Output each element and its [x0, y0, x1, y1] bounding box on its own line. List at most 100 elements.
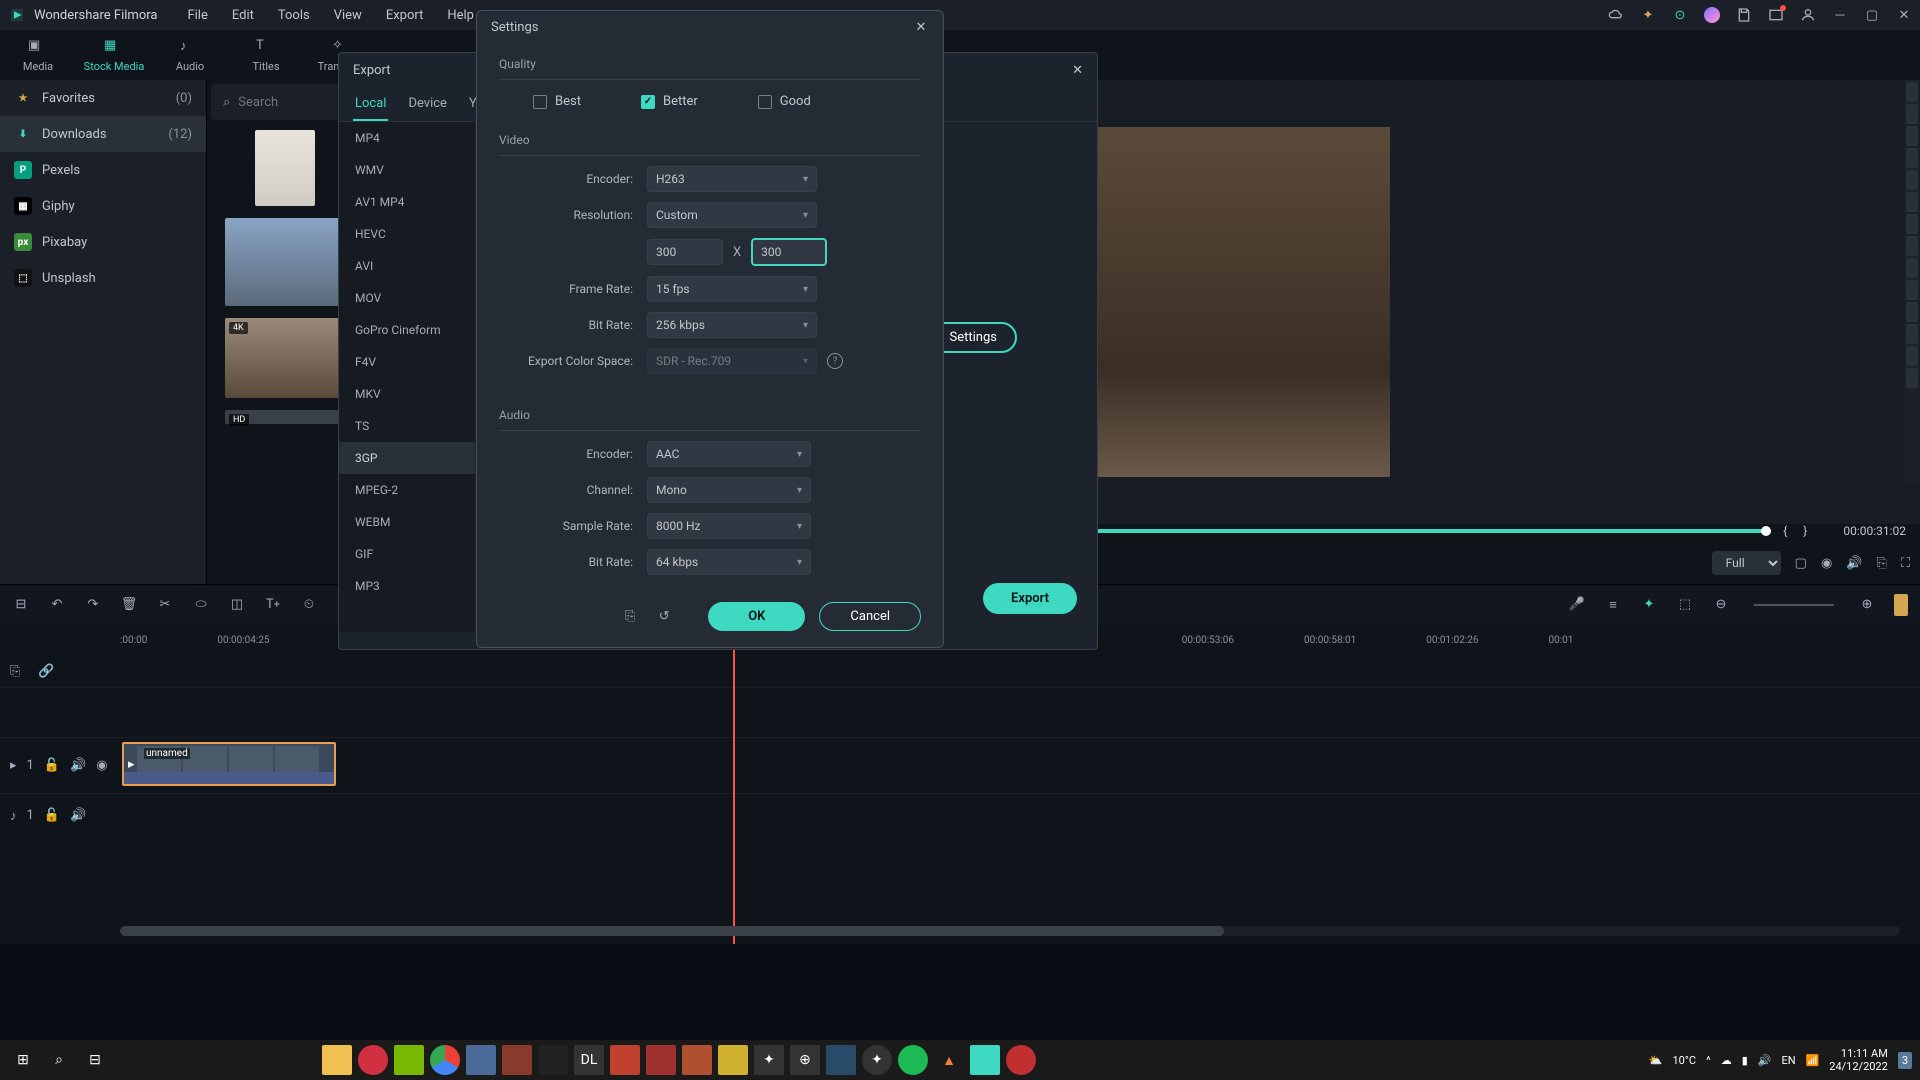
fit-icon[interactable]: ⬚ [1676, 596, 1694, 614]
cancel-button[interactable]: Cancel [819, 602, 921, 631]
ok-button[interactable]: OK [708, 602, 805, 631]
timeline-scrollbar[interactable] [120, 926, 1900, 936]
track-body[interactable] [120, 794, 1920, 837]
mic-icon[interactable]: 🎤 [1568, 596, 1586, 614]
chrome-icon[interactable] [430, 1045, 460, 1075]
task-view-icon[interactable]: ⊟ [80, 1045, 110, 1075]
source-favorites[interactable]: ★Favorites(0) [0, 80, 206, 116]
save-icon[interactable] [1736, 7, 1752, 23]
format-gopro-cineform[interactable]: GoPro Cineform [339, 314, 475, 346]
cut-icon[interactable]: ✂ [156, 596, 174, 614]
avatar-icon[interactable] [1704, 7, 1720, 23]
export-frame-icon[interactable]: ⎘ [1876, 556, 1886, 571]
undo-icon[interactable]: ↶ [48, 596, 66, 614]
message-icon[interactable] [1768, 7, 1784, 23]
filmora-taskbar-icon[interactable] [970, 1045, 1000, 1075]
wifi-icon[interactable]: 📶 [1806, 1054, 1820, 1067]
close-icon[interactable]: ✕ [1072, 63, 1083, 78]
marker[interactable] [1906, 82, 1918, 102]
marker-tool-icon[interactable]: ✦ [1640, 596, 1658, 614]
timeline-view-icon[interactable] [1894, 594, 1908, 616]
marker[interactable] [1906, 126, 1918, 146]
maximize-icon[interactable]: ▢ [1864, 7, 1880, 23]
explorer-icon[interactable] [322, 1045, 352, 1075]
crop-icon[interactable]: ◫ [228, 596, 246, 614]
marker[interactable] [1906, 214, 1918, 234]
scrollbar-thumb[interactable] [120, 926, 1224, 936]
marker[interactable] [1906, 170, 1918, 190]
zoom-out-icon[interactable]: ⊖ [1712, 596, 1730, 614]
format-mkv[interactable]: MKV [339, 378, 475, 410]
start-icon[interactable]: ⊞ [8, 1045, 38, 1075]
display-icon[interactable]: ▢ [1795, 556, 1807, 571]
adjust-icon[interactable]: ⊟ [12, 596, 30, 614]
format-gif[interactable]: GIF [339, 538, 475, 570]
format-mp4[interactable]: MP4 [339, 122, 475, 154]
mute-icon[interactable]: 🔊 [70, 808, 86, 823]
app-icon[interactable]: DL [574, 1045, 604, 1075]
app-icon[interactable] [682, 1045, 712, 1075]
format-mov[interactable]: MOV [339, 282, 475, 314]
menu-view[interactable]: View [324, 4, 372, 27]
help-icon[interactable]: ? [827, 353, 843, 369]
media-thumb[interactable]: HD [225, 410, 339, 424]
volume-tray-icon[interactable]: 🔊 [1758, 1054, 1772, 1067]
quality-good[interactable]: Good [758, 94, 811, 109]
opera-icon[interactable] [358, 1045, 388, 1075]
format-mpeg-2[interactable]: MPEG-2 [339, 474, 475, 506]
source-pixabay[interactable]: pxPixabay [0, 224, 206, 260]
save-preset-icon[interactable]: ⎘ [620, 607, 640, 627]
export-button[interactable]: Export [983, 583, 1077, 614]
minimize-icon[interactable]: ─ [1832, 7, 1848, 23]
app-icon[interactable]: ✦ [862, 1045, 892, 1075]
tab-media[interactable]: ▣Media [0, 30, 76, 80]
headphones-icon[interactable]: ⊙ [1672, 7, 1688, 23]
close-window-icon[interactable]: ✕ [1896, 7, 1912, 23]
export-tab-device[interactable]: Device [406, 88, 449, 121]
quality-best[interactable]: Best [533, 94, 581, 109]
format-hevc[interactable]: HEVC [339, 218, 475, 250]
audio-bitrate-select[interactable]: 64 kbps▾ [647, 549, 811, 575]
app-icon[interactable]: ⊕ [790, 1045, 820, 1075]
audio-encoder-select[interactable]: AAC▾ [647, 441, 811, 467]
tag-icon[interactable]: ⬭ [192, 596, 210, 614]
source-pexels[interactable]: PPexels [0, 152, 206, 188]
app-icon[interactable]: ✦ [754, 1045, 784, 1075]
link-icon[interactable]: 🔗 [38, 664, 54, 679]
menu-tools[interactable]: Tools [268, 4, 320, 27]
scrubber-thumb[interactable] [1761, 526, 1771, 536]
reset-icon[interactable]: ↺ [654, 607, 674, 627]
vlc-icon[interactable]: ▲ [934, 1045, 964, 1075]
lock-icon[interactable]: 🔓 [44, 808, 60, 823]
lightbulb-icon[interactable]: ✦ [1640, 7, 1656, 23]
account-icon[interactable] [1800, 7, 1816, 23]
marker[interactable] [1906, 104, 1918, 124]
tray-chevron-icon[interactable]: ^ [1706, 1054, 1711, 1067]
video-clip[interactable]: ▸ unnamed [122, 742, 336, 786]
format-mp3[interactable]: MP3 [339, 570, 475, 602]
track-body[interactable]: ▸ unnamed [120, 738, 1920, 793]
video-bitrate-select[interactable]: 256 kbps▾ [647, 312, 817, 338]
tab-audio[interactable]: ♪Audio [152, 30, 228, 80]
zoom-select[interactable]: Full [1712, 551, 1781, 575]
attach-icon[interactable]: ⎘ [10, 664, 20, 679]
fullscreen-icon[interactable]: ⛶ [1901, 556, 1910, 571]
media-thumb[interactable] [255, 130, 315, 206]
app-icon[interactable] [646, 1045, 676, 1075]
mute-icon[interactable]: 🔊 [70, 758, 86, 773]
resolution-select[interactable]: Custom▾ [647, 202, 817, 228]
nvidia-icon[interactable] [394, 1045, 424, 1075]
resolution-height-input[interactable] [751, 238, 827, 266]
text-tool-icon[interactable]: T+ [264, 596, 282, 614]
onedrive-icon[interactable]: ☁ [1721, 1054, 1732, 1067]
menu-file[interactable]: File [177, 4, 217, 27]
marker[interactable] [1906, 192, 1918, 212]
marker[interactable] [1906, 346, 1918, 366]
source-downloads[interactable]: ⬇Downloads(12) [0, 116, 206, 152]
format-wmv[interactable]: WMV [339, 154, 475, 186]
marker[interactable] [1906, 236, 1918, 256]
weather-icon[interactable]: ⛅ [1649, 1054, 1663, 1067]
samplerate-select[interactable]: 8000 Hz▾ [647, 513, 811, 539]
format-3gp[interactable]: 3GP [339, 442, 475, 474]
brace-in-icon[interactable]: { [1779, 524, 1791, 538]
